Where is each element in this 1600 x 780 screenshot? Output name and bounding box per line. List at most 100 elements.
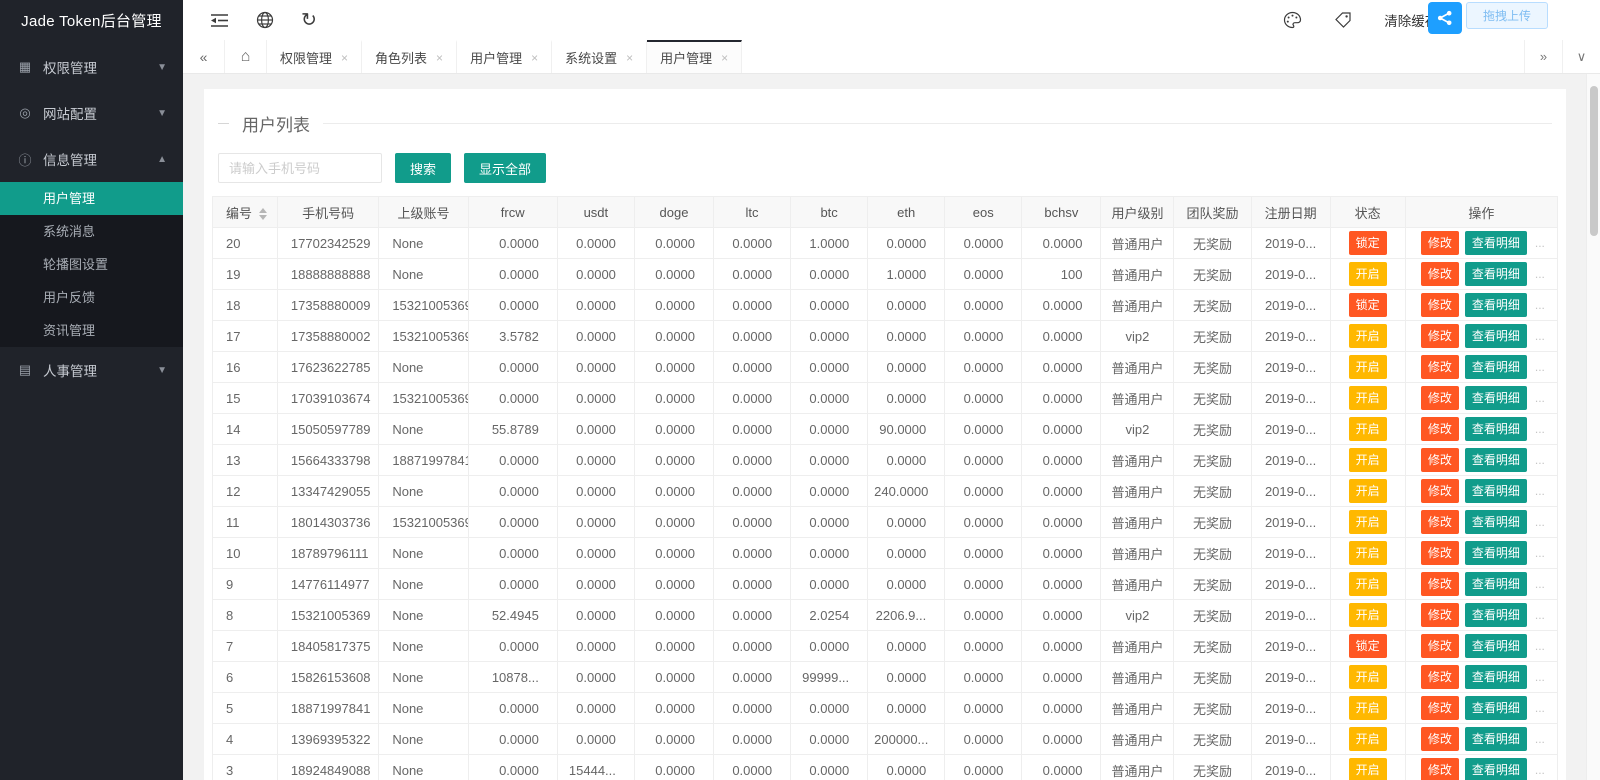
status-toggle-button[interactable]: 开启 bbox=[1349, 727, 1387, 751]
scrollbar-thumb[interactable] bbox=[1590, 86, 1598, 236]
edit-button[interactable]: 修改 bbox=[1421, 727, 1459, 751]
edit-button[interactable]: 修改 bbox=[1421, 448, 1459, 472]
status-toggle-button[interactable]: 开启 bbox=[1349, 541, 1387, 565]
status-toggle-button[interactable]: 锁定 bbox=[1349, 634, 1387, 658]
view-detail-button[interactable]: 查看明细 bbox=[1465, 262, 1527, 286]
tabs-scroll-left-icon[interactable]: « bbox=[183, 40, 225, 73]
sidebar-subitem-系统消息[interactable]: 系统消息 bbox=[0, 215, 183, 248]
sidebar-subitem-用户反馈[interactable]: 用户反馈 bbox=[0, 281, 183, 314]
more-actions-icon[interactable]: ... bbox=[1535, 515, 1545, 529]
tab-close-icon[interactable]: × bbox=[626, 51, 633, 65]
tag-icon[interactable] bbox=[1334, 11, 1352, 29]
status-toggle-button[interactable]: 开启 bbox=[1349, 417, 1387, 441]
status-toggle-button[interactable]: 开启 bbox=[1349, 262, 1387, 286]
tab-权限管理[interactable]: 权限管理× bbox=[267, 40, 362, 73]
tabs-more-icon[interactable]: ∨ bbox=[1562, 40, 1600, 73]
more-actions-icon[interactable]: ... bbox=[1535, 577, 1545, 591]
more-actions-icon[interactable]: ... bbox=[1535, 298, 1545, 312]
edit-button[interactable]: 修改 bbox=[1421, 262, 1459, 286]
palette-icon[interactable] bbox=[1283, 11, 1302, 29]
more-actions-icon[interactable]: ... bbox=[1535, 608, 1545, 622]
more-actions-icon[interactable]: ... bbox=[1535, 763, 1545, 777]
more-actions-icon[interactable]: ... bbox=[1535, 639, 1545, 653]
sidebar-item-权限管理[interactable]: ▦权限管理▼ bbox=[0, 44, 183, 90]
tabs-scroll-right-icon[interactable]: » bbox=[1524, 40, 1562, 73]
tab-close-icon[interactable]: × bbox=[341, 51, 348, 65]
view-detail-button[interactable]: 查看明细 bbox=[1465, 479, 1527, 503]
more-actions-icon[interactable]: ... bbox=[1535, 670, 1545, 684]
more-actions-icon[interactable]: ... bbox=[1535, 484, 1545, 498]
status-toggle-button[interactable]: 开启 bbox=[1349, 696, 1387, 720]
page-scrollbar[interactable] bbox=[1586, 74, 1600, 780]
view-detail-button[interactable]: 查看明细 bbox=[1465, 572, 1527, 596]
tab-close-icon[interactable]: × bbox=[721, 51, 728, 65]
edit-button[interactable]: 修改 bbox=[1421, 324, 1459, 348]
edit-button[interactable]: 修改 bbox=[1421, 541, 1459, 565]
home-tab-icon[interactable]: ⌂ bbox=[225, 40, 267, 73]
edit-button[interactable]: 修改 bbox=[1421, 386, 1459, 410]
edit-button[interactable]: 修改 bbox=[1421, 665, 1459, 689]
view-detail-button[interactable]: 查看明细 bbox=[1465, 417, 1527, 441]
more-actions-icon[interactable]: ... bbox=[1535, 360, 1545, 374]
more-actions-icon[interactable]: ... bbox=[1535, 732, 1545, 746]
more-actions-icon[interactable]: ... bbox=[1535, 453, 1545, 467]
view-detail-button[interactable]: 查看明细 bbox=[1465, 448, 1527, 472]
more-actions-icon[interactable]: ... bbox=[1535, 329, 1545, 343]
more-actions-icon[interactable]: ... bbox=[1535, 391, 1545, 405]
view-detail-button[interactable]: 查看明细 bbox=[1465, 231, 1527, 255]
view-detail-button[interactable]: 查看明细 bbox=[1465, 758, 1527, 780]
tab-close-icon[interactable]: × bbox=[436, 51, 443, 65]
edit-button[interactable]: 修改 bbox=[1421, 696, 1459, 720]
view-detail-button[interactable]: 查看明细 bbox=[1465, 324, 1527, 348]
status-toggle-button[interactable]: 开启 bbox=[1349, 665, 1387, 689]
view-detail-button[interactable]: 查看明细 bbox=[1465, 510, 1527, 534]
show-all-button[interactable]: 显示全部 bbox=[464, 153, 546, 183]
view-detail-button[interactable]: 查看明细 bbox=[1465, 293, 1527, 317]
edit-button[interactable]: 修改 bbox=[1421, 634, 1459, 658]
tab-角色列表[interactable]: 角色列表× bbox=[362, 40, 457, 73]
status-toggle-button[interactable]: 开启 bbox=[1349, 324, 1387, 348]
edit-button[interactable]: 修改 bbox=[1421, 231, 1459, 255]
sidebar-item-信息管理[interactable]: ⓘ信息管理▲ bbox=[0, 136, 183, 182]
sidebar-item-人事管理[interactable]: ▤人事管理▼ bbox=[0, 347, 183, 393]
collapse-menu-icon[interactable] bbox=[210, 13, 229, 28]
edit-button[interactable]: 修改 bbox=[1421, 758, 1459, 780]
status-toggle-button[interactable]: 开启 bbox=[1349, 355, 1387, 379]
edit-button[interactable]: 修改 bbox=[1421, 479, 1459, 503]
status-toggle-button[interactable]: 锁定 bbox=[1349, 293, 1387, 317]
status-toggle-button[interactable]: 开启 bbox=[1349, 510, 1387, 534]
sidebar-item-网站配置[interactable]: ◎网站配置▼ bbox=[0, 90, 183, 136]
edit-button[interactable]: 修改 bbox=[1421, 355, 1459, 379]
tab-系统设置[interactable]: 系统设置× bbox=[552, 40, 647, 73]
tab-用户管理[interactable]: 用户管理× bbox=[647, 40, 742, 73]
status-toggle-button[interactable]: 开启 bbox=[1349, 479, 1387, 503]
tab-用户管理[interactable]: 用户管理× bbox=[457, 40, 552, 73]
phone-search-input[interactable] bbox=[218, 153, 382, 183]
more-actions-icon[interactable]: ... bbox=[1535, 546, 1545, 560]
share-upload-icon[interactable] bbox=[1428, 2, 1462, 34]
view-detail-button[interactable]: 查看明细 bbox=[1465, 727, 1527, 751]
edit-button[interactable]: 修改 bbox=[1421, 293, 1459, 317]
globe-icon[interactable] bbox=[256, 11, 274, 29]
view-detail-button[interactable]: 查看明细 bbox=[1465, 603, 1527, 627]
status-toggle-button[interactable]: 开启 bbox=[1349, 386, 1387, 410]
sidebar-subitem-资讯管理[interactable]: 资讯管理 bbox=[0, 314, 183, 347]
status-toggle-button[interactable]: 开启 bbox=[1349, 603, 1387, 627]
more-actions-icon[interactable]: ... bbox=[1535, 267, 1545, 281]
view-detail-button[interactable]: 查看明细 bbox=[1465, 665, 1527, 689]
sort-toggle-icon[interactable] bbox=[259, 208, 267, 220]
refresh-icon[interactable]: ↻ bbox=[301, 11, 317, 30]
view-detail-button[interactable]: 查看明细 bbox=[1465, 541, 1527, 565]
edit-button[interactable]: 修改 bbox=[1421, 510, 1459, 534]
view-detail-button[interactable]: 查看明细 bbox=[1465, 634, 1527, 658]
sidebar-subitem-轮播图设置[interactable]: 轮播图设置 bbox=[0, 248, 183, 281]
more-actions-icon[interactable]: ... bbox=[1535, 422, 1545, 436]
status-toggle-button[interactable]: 开启 bbox=[1349, 572, 1387, 596]
tab-close-icon[interactable]: × bbox=[531, 51, 538, 65]
search-button[interactable]: 搜索 bbox=[395, 153, 451, 183]
more-actions-icon[interactable]: ... bbox=[1535, 701, 1545, 715]
edit-button[interactable]: 修改 bbox=[1421, 603, 1459, 627]
edit-button[interactable]: 修改 bbox=[1421, 417, 1459, 441]
status-toggle-button[interactable]: 锁定 bbox=[1349, 231, 1387, 255]
more-actions-icon[interactable]: ... bbox=[1535, 236, 1545, 250]
